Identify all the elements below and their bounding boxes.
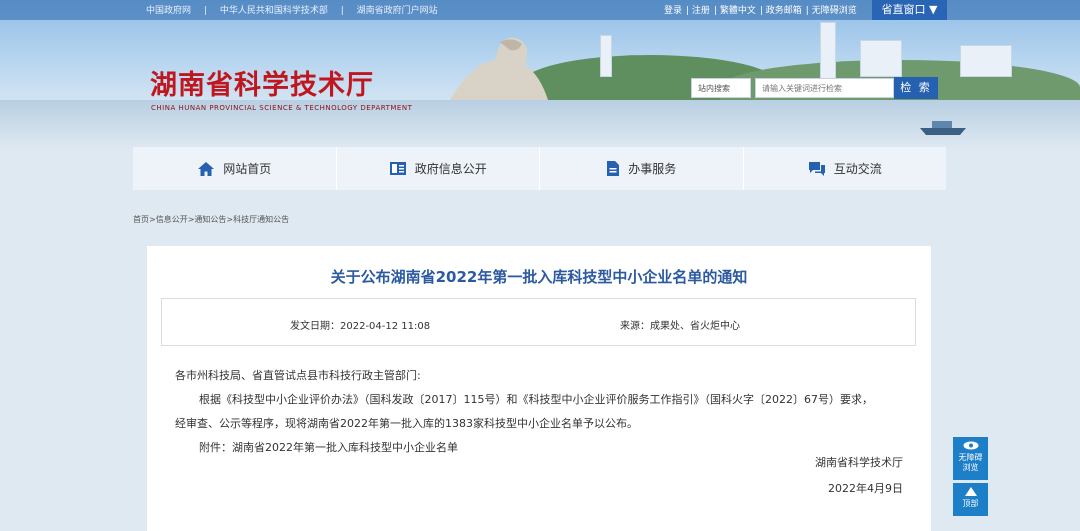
search-scope-select[interactable]: 站内搜索: [691, 78, 751, 98]
register-link[interactable]: 注册: [692, 6, 710, 16]
link-most[interactable]: 中华人民共和国科学技术部: [220, 6, 328, 16]
article-source: 来源：成果处、省火炬中心: [620, 317, 740, 332]
building-shape: [600, 35, 612, 77]
nav-interaction-label: 互动交流: [833, 162, 882, 176]
gov-mail-link[interactable]: 政务邮箱: [766, 6, 802, 16]
accessible-label-line1: 无障碍: [958, 453, 983, 462]
region-window-label: 省直窗口: [881, 3, 926, 16]
article-title: 关于公布湖南省2022年第一批入库科技型中小企业名单的通知: [330, 268, 748, 286]
building-shape: [820, 22, 836, 84]
nav-gov-info[interactable]: 政府信息公开: [337, 147, 540, 190]
breadcrumb[interactable]: 首页>信息公开>通知公告>科技厅通知公告: [133, 214, 289, 225]
site-subtitle: CHINA HUNAN PROVINCIAL SCIENCE & TECHNOL…: [151, 104, 413, 112]
nav-services-label: 办事服务: [628, 162, 677, 176]
nav-home-label: 网站首页: [223, 162, 272, 176]
article-paragraph: 根据《科技型中小企业评价办法》（国科发政〔2017〕115号）和《科技型中小企业…: [199, 393, 873, 406]
nav-services[interactable]: 办事服务: [540, 147, 744, 190]
region-window-button[interactable]: 省直窗口 ▼: [872, 0, 947, 20]
source-label: 来源：: [620, 321, 650, 332]
search-button[interactable]: 检 索: [894, 77, 938, 99]
accessible-browse-button[interactable]: 无障碍 浏览: [953, 437, 988, 480]
article-meta: 发文日期：2022-04-12 11:08 来源：成果处、省火炬中心: [161, 298, 916, 346]
search-input[interactable]: [755, 78, 894, 98]
eye-icon: [963, 441, 978, 450]
traditional-chinese-link[interactable]: 繁體中文: [720, 6, 756, 16]
link-hunan-portal[interactable]: 湖南省政府门户网站: [357, 6, 438, 16]
nav-home[interactable]: 网站首页: [133, 147, 337, 190]
article-panel: 关于公布湖南省2022年第一批入库科技型中小企业名单的通知 发文日期：2022-…: [147, 246, 931, 531]
article-paragraph: 经审查、公示等程序，现将湖南省2022年第一批入库的1383家科技型中小企业名单…: [175, 417, 638, 430]
main-nav: 网站首页 政府信息公开 办事服务 互动交流: [133, 147, 946, 190]
back-to-top-button[interactable]: 顶部: [953, 483, 988, 516]
article-body: 各市州科技局、省直管试点县市科技行政主管部门: 根据《科技型中小企业评价办法》（…: [175, 364, 905, 460]
date-value: 2022-04-12 11:08: [340, 321, 431, 332]
signature: 湖南省科学技术厅: [815, 456, 903, 469]
publish-date: 发文日期：2022-04-12 11:08: [290, 317, 430, 332]
document-icon: [389, 162, 406, 175]
home-icon: [198, 161, 215, 176]
chat-icon: [808, 161, 825, 176]
arrow-up-icon: [964, 487, 977, 496]
source-value: 成果处、省火炬中心: [650, 321, 740, 332]
sign-date: 2022年4月9日: [828, 482, 903, 495]
article-greeting: 各市州科技局、省直管试点县市科技行政主管部门:: [175, 369, 421, 382]
accessible-label-line2: 浏览: [962, 463, 979, 472]
site-title: 湖南省科学技术厅: [150, 70, 374, 101]
date-label: 发文日期：: [290, 321, 340, 332]
accessibility-link[interactable]: 无障碍浏览: [812, 6, 857, 16]
statue-image: [450, 37, 548, 100]
building-shape: [960, 45, 1012, 77]
building-shape: [860, 40, 902, 77]
login-link[interactable]: 登录: [664, 6, 682, 16]
user-links: 登录 | 注册 | 繁體中文 | 政务邮箱 | 无障碍浏览: [664, 6, 857, 16]
nav-gov-info-label: 政府信息公开: [414, 162, 487, 176]
boat-image: [920, 121, 966, 135]
back-to-top-label: 顶部: [962, 499, 979, 508]
caret-down-icon: ▼: [929, 3, 938, 16]
external-links: 中国政府网 | 中华人民共和国科学技术部 | 湖南省政府门户网站: [146, 6, 438, 16]
link-gov-portal[interactable]: 中国政府网: [146, 6, 191, 16]
nav-interaction[interactable]: 互动交流: [744, 147, 947, 190]
file-icon: [607, 161, 620, 176]
